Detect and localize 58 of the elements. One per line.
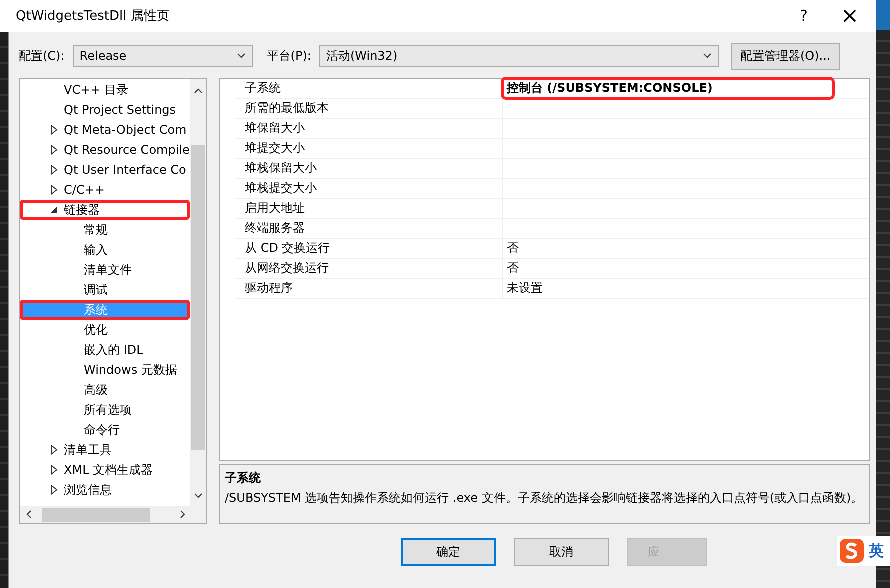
close-button[interactable]: ×: [830, 4, 870, 28]
property-name: 从网络交换运行: [235, 259, 503, 278]
tree-item[interactable]: 浏览信息: [20, 480, 190, 500]
tree-item[interactable]: 清单工具: [20, 440, 190, 460]
property-name: 终端服务器: [235, 219, 503, 238]
property-name: 堆栈提交大小: [235, 179, 503, 198]
config-manager-button[interactable]: 配置管理器(O)...: [731, 42, 840, 70]
tree-item[interactable]: 清单文件: [20, 260, 190, 280]
platform-label: 平台(P):: [266, 48, 312, 64]
tree-item[interactable]: 链接器: [20, 200, 190, 220]
dialog-button[interactable]: 取消: [514, 538, 609, 566]
property-value[interactable]: 控制台 (/SUBSYSTEM:CONSOLE): [503, 79, 833, 98]
property-name: 子系统: [235, 79, 503, 98]
tree-item[interactable]: Qt Meta-Object Com: [20, 120, 190, 140]
ime-logo-icon: [839, 538, 865, 564]
window-title: QtWidgetsTestDll 属性页: [16, 8, 171, 25]
tree-item[interactable]: Windows 元数据: [20, 360, 190, 380]
property-name: 驱动程序: [235, 279, 503, 298]
tree-item[interactable]: Qt Resource Compile: [20, 140, 190, 160]
scroll-left-icon[interactable]: [26, 510, 32, 519]
chevron-down-icon: [236, 53, 246, 59]
property-name: 堆栈保留大小: [235, 159, 503, 178]
scrollbar-thumb[interactable]: [42, 508, 150, 522]
chevron-down-icon: [703, 53, 712, 59]
property-name: 堆保留大小: [235, 119, 503, 138]
config-dropdown[interactable]: Release: [72, 45, 253, 67]
config-label: 配置(C):: [19, 48, 65, 64]
tree-item[interactable]: 高级: [20, 380, 190, 400]
tree-item[interactable]: XML 文档生成器: [20, 460, 190, 480]
ime-toolbar[interactable]: 英: [837, 536, 890, 566]
tree-item[interactable]: 所有选项: [20, 400, 190, 420]
property-name: 从 CD 交换运行: [235, 239, 503, 258]
description-text: /SUBSYSTEM 选项告知操作系统如何运行 .exe 文件。子系统的选择会影响链接器将选择的入口点符号(或入口点函数)。: [225, 490, 864, 508]
tree-item[interactable]: 调试: [20, 280, 190, 300]
property-name: 所需的最低版本: [235, 99, 503, 118]
description-title: 子系统: [225, 470, 262, 488]
tree-item[interactable]: 常规: [20, 220, 190, 240]
property-value[interactable]: 否: [503, 239, 869, 258]
tree-item[interactable]: Qt User Interface Co: [20, 160, 190, 180]
property-name: 启用大地址: [235, 199, 503, 218]
scrollbar-thumb[interactable]: [191, 145, 205, 450]
tree-item[interactable]: C/C++: [20, 180, 190, 200]
tree-item[interactable]: Qt Project Settings: [20, 100, 190, 120]
property-value[interactable]: 否: [503, 259, 869, 278]
property-name: 堆提交大小: [235, 139, 503, 158]
tree-item[interactable]: 嵌入的 IDL: [20, 340, 190, 360]
scroll-right-icon[interactable]: [180, 510, 186, 519]
ime-mode-label[interactable]: 英: [869, 542, 884, 560]
scroll-down-icon: [194, 493, 202, 499]
tree-item[interactable]: VC++ 目录: [20, 80, 190, 100]
scroll-up-icon: [194, 88, 202, 94]
help-button[interactable]: ?: [784, 7, 824, 25]
dialog-button[interactable]: 确定: [401, 538, 496, 566]
property-value[interactable]: 未设置: [503, 279, 869, 298]
tree-item[interactable]: 优化: [20, 320, 190, 340]
tree-item[interactable]: 命令行: [20, 420, 190, 440]
tree-item[interactable]: 输入: [20, 240, 190, 260]
platform-dropdown[interactable]: 活动(Win32): [319, 45, 720, 67]
